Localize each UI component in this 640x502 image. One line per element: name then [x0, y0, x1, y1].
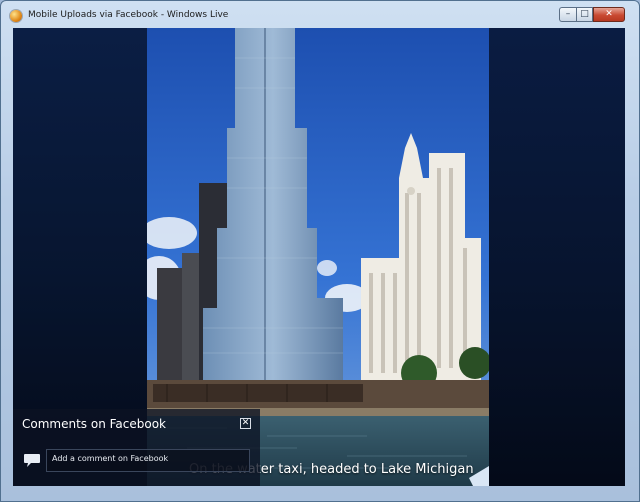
comments-close-button[interactable]: ✕ — [240, 418, 251, 429]
close-button[interactable]: ✕ — [593, 7, 625, 22]
window-controls: – □ ✕ — [559, 7, 625, 22]
maximize-button[interactable]: □ — [576, 7, 593, 22]
comments-title: Comments on Facebook — [22, 417, 167, 431]
comments-panel: Comments on Facebook ✕ Add a comment on … — [13, 409, 260, 486]
photo-stage: On the water taxi, headed to Lake Michig… — [13, 28, 625, 486]
photo-viewer-window: Mobile Uploads via Facebook - Windows Li… — [0, 0, 640, 502]
minimize-button[interactable]: – — [559, 7, 576, 22]
title-bar[interactable]: Mobile Uploads via Facebook - Windows Li… — [1, 1, 639, 28]
add-comment-input[interactable]: Add a comment on Facebook — [46, 449, 250, 472]
windows-live-photo-icon — [10, 10, 22, 22]
right-dark-panel — [489, 28, 625, 486]
speech-bubble-icon — [24, 454, 40, 467]
window-title: Mobile Uploads via Facebook - Windows Li… — [28, 10, 229, 20]
